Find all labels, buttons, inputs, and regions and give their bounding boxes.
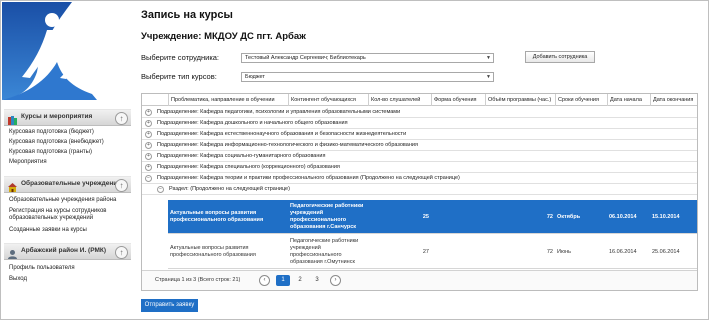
- page-3[interactable]: 3: [310, 275, 324, 286]
- col-start[interactable]: Дата начала: [607, 94, 650, 106]
- expand-icon[interactable]: +: [145, 131, 152, 138]
- group-row[interactable]: + Подразделение: Кафедра специального (ко…: [142, 162, 697, 173]
- books-icon: [7, 113, 18, 125]
- group-row[interactable]: + Подразделение: Кафедра дошкольного и на…: [142, 118, 697, 129]
- section-institutions[interactable]: Образовательные учреждения ↑: [4, 176, 131, 193]
- col-end[interactable]: Дата окончания: [650, 94, 697, 106]
- sidebar-link-created-requests[interactable]: Созданные заявки на курсы: [9, 227, 87, 233]
- add-employee-button[interactable]: Добавить сотрудника: [525, 51, 595, 63]
- collapse-up-icon[interactable]: ↑: [115, 112, 128, 125]
- send-request-button[interactable]: Отправить заявку: [141, 299, 198, 312]
- group-row[interactable]: + Подразделение: Кафедра социально-гумани…: [142, 151, 697, 162]
- courses-grid: Проблематика, направление в обучении Кон…: [141, 93, 698, 291]
- expand-icon[interactable]: +: [145, 120, 152, 127]
- expand-icon[interactable]: +: [145, 109, 152, 116]
- prev-page-icon[interactable]: ‹: [259, 275, 270, 286]
- user-icon: [7, 247, 18, 259]
- sidebar-link-registration-cont[interactable]: образовательных учреждений: [9, 215, 93, 221]
- collapse-icon[interactable]: −: [157, 186, 164, 193]
- col-hours[interactable]: Объём программы (час.): [485, 94, 555, 106]
- next-page-icon[interactable]: ›: [330, 275, 341, 286]
- chevron-down-icon: ▼: [486, 55, 491, 61]
- section-courses[interactable]: Курсы и мероприятия ↑: [4, 109, 131, 126]
- sidebar-link-district-institutions[interactable]: Образовательные учреждения района: [9, 197, 116, 203]
- col-topic[interactable]: Проблематика, направление в обучении: [168, 94, 288, 106]
- section-user-title: Арбажский район И. (РМК): [21, 247, 107, 254]
- sidebar-link-registration[interactable]: Регистрация на курсы сотрудников: [9, 208, 106, 214]
- page-2[interactable]: 2: [293, 275, 307, 286]
- employee-label: Выберите сотрудника:: [141, 53, 220, 62]
- pager-info: Страница 1 из 3 (Всего строк: 21): [155, 277, 241, 283]
- collapse-up-icon[interactable]: ↑: [115, 246, 128, 259]
- table-row[interactable]: Актуальные вопросы развития профессионал…: [168, 200, 697, 234]
- grid-header: Проблематика, направление в обучении Кон…: [142, 94, 697, 106]
- section-institutions-title: Образовательные учреждения: [21, 180, 122, 187]
- sidebar: Курсы и мероприятия ↑ Курсовая подготовк…: [2, 2, 131, 318]
- expand-icon[interactable]: +: [145, 164, 152, 171]
- sidebar-link-grants[interactable]: Курсовая подготовка (гранты): [9, 149, 92, 155]
- group-row[interactable]: + Подразделение: Кафедра естественнонаучн…: [142, 129, 697, 140]
- collapse-icon[interactable]: −: [145, 175, 152, 182]
- employee-select-value: Тестовый Александр Сергеевич; Библиотека…: [245, 55, 366, 61]
- chevron-down-icon: ▼: [486, 74, 491, 80]
- group-row[interactable]: + Подразделение: Кафедра педагогики, псих…: [142, 107, 697, 118]
- table-row[interactable]: Актуальные вопросы развития профессионал…: [168, 235, 697, 269]
- sidebar-link-budget[interactable]: Курсовая подготовка (бюджет): [9, 129, 94, 135]
- course-type-label: Выберите тип курсов:: [141, 72, 217, 81]
- course-type-select-value: Бюджет: [245, 74, 265, 80]
- expand-icon[interactable]: +: [145, 142, 152, 149]
- col-count[interactable]: Кол-во слушателей: [368, 94, 431, 106]
- page-1[interactable]: 1: [276, 275, 290, 286]
- expand-icon[interactable]: +: [145, 153, 152, 160]
- col-term[interactable]: Сроки обучения: [555, 94, 607, 106]
- col-contingent[interactable]: Контингент обучающихся: [288, 94, 368, 106]
- sidebar-link-events[interactable]: Мероприятия: [9, 159, 47, 165]
- course-type-select[interactable]: Бюджет ▼: [241, 72, 494, 82]
- group-row[interactable]: + Подразделение: Кафедра информационно-те…: [142, 140, 697, 151]
- sidebar-link-offbudget[interactable]: Курсовая подготовка (внебюджет): [9, 139, 104, 145]
- sidebar-link-profile[interactable]: Профиль пользователя: [9, 265, 75, 271]
- section-courses-title: Курсы и мероприятия: [21, 113, 93, 120]
- page-title: Запись на курсы: [141, 9, 233, 21]
- site-logo: [2, 2, 131, 100]
- sidebar-link-logout[interactable]: Выход: [9, 276, 27, 282]
- pager: Страница 1 из 3 (Всего строк: 21) ‹ 1 2 …: [142, 270, 697, 290]
- collapse-up-icon[interactable]: ↑: [115, 179, 128, 192]
- subgroup-row[interactable]: − Раздел: (Продолжено на следующей страни…: [142, 184, 697, 195]
- institution-title: Учреждение: МКДОУ ДС пгт. Арбаж: [141, 31, 306, 42]
- col-form[interactable]: Форма обучения: [431, 94, 485, 106]
- section-user[interactable]: Арбажский район И. (РМК) ↑: [4, 243, 131, 260]
- employee-select[interactable]: Тестовый Александр Сергеевич; Библиотека…: [241, 53, 494, 63]
- group-row[interactable]: − Подразделение: Кафедра теории и практик…: [142, 173, 697, 184]
- building-icon: [7, 180, 18, 192]
